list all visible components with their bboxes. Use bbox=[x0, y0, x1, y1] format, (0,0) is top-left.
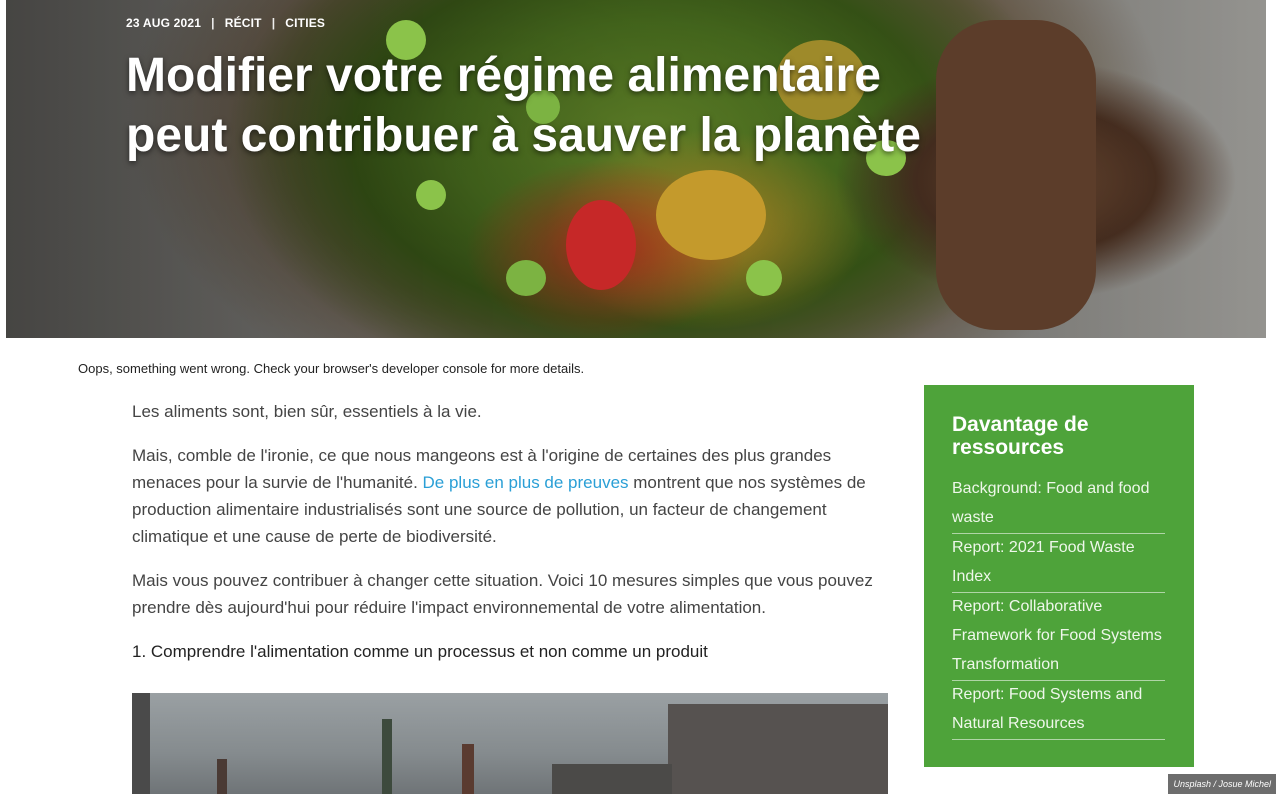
article-paragraph: Les aliments sont, bien sûr, essentiels … bbox=[132, 402, 482, 421]
resources-list: Background: Food and food waste Report: … bbox=[952, 475, 1165, 741]
meta-separator: | bbox=[211, 16, 215, 30]
article-category[interactable]: RÉCIT bbox=[225, 16, 262, 30]
resources-sidebar: Davantage de ressources Background: Food… bbox=[924, 385, 1194, 767]
article-date: 23 AUG 2021 bbox=[126, 16, 202, 30]
article-body: Les aliments sont, bien sûr, essentiels … bbox=[132, 398, 888, 682]
resource-link-food-waste[interactable]: Background: Food and food waste bbox=[952, 475, 1165, 533]
article-image bbox=[132, 693, 888, 794]
resource-link-natural-resources[interactable]: Report: Food Systems and Natural Resourc… bbox=[952, 681, 1165, 739]
list-item: Report: Food Systems and Natural Resourc… bbox=[952, 681, 1165, 741]
list-item: Background: Food and food waste bbox=[952, 475, 1165, 535]
photo-credit: Unsplash / Josue Michel bbox=[1168, 774, 1276, 794]
list-item: Report: 2021 Food Waste Index bbox=[952, 534, 1165, 594]
list-item: Report: Collaborative Framework for Food… bbox=[952, 593, 1165, 682]
meta-separator: | bbox=[271, 16, 276, 30]
article-paragraph: Mais, comble de l'ironie, ce que nous ma… bbox=[132, 446, 866, 546]
resource-link-collaborative-framework[interactable]: Report: Collaborative Framework for Food… bbox=[952, 593, 1165, 680]
article-meta: 23 AUG 2021 | RÉCIT | CITIES bbox=[126, 16, 325, 30]
page-title: Modifier votre régime alimentaire peut c… bbox=[126, 49, 921, 162]
resource-link-food-waste-index[interactable]: Report: 2021 Food Waste Index bbox=[952, 534, 1165, 592]
article-paragraph: Mais vous pouvez contribuer à changer ce… bbox=[132, 571, 873, 617]
sidebar-title: Davantage de ressources bbox=[952, 413, 1089, 459]
evidence-link[interactable]: De plus en plus de preuves bbox=[423, 473, 629, 492]
article-tag[interactable]: CITIES bbox=[285, 16, 325, 30]
error-message: Oops, something went wrong. Check your b… bbox=[78, 361, 585, 376]
step-heading: 1. Comprendre l'alimentation comme un pr… bbox=[132, 642, 708, 661]
